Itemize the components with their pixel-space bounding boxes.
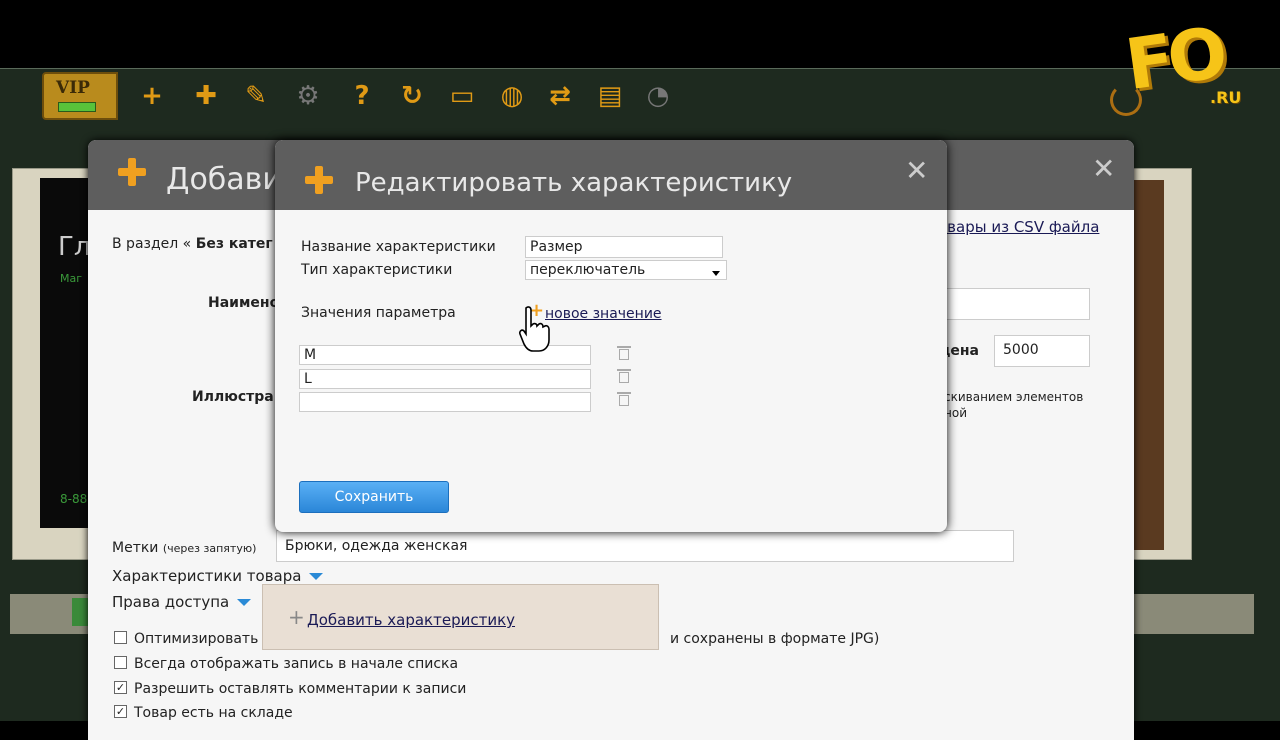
value-input-empty[interactable] [299,392,591,412]
clipboard-icon[interactable]: ▤ [594,80,626,112]
globe-icon[interactable]: ◍ [496,80,528,112]
hand-cursor-icon [519,306,550,352]
char-type-value: переключатель [530,262,646,278]
vip-badge[interactable]: VIP [42,72,118,120]
edit-characteristic-title: Редактировать характеристику [355,168,793,198]
brush-icon[interactable]: ✎ [240,80,272,112]
checkbox-optimize[interactable] [114,631,127,644]
edit-characteristic-modal: Редактировать характеристику ✕ Название … [275,140,947,532]
plus-icon [303,164,335,196]
transfer-icon[interactable]: ⇄ [544,80,576,112]
access-toggle-label: Права доступа [112,593,230,611]
close-icon[interactable]: ✕ [1092,152,1115,185]
bg-phone: 8-88 [60,492,88,506]
tags-label: Метки [112,540,159,556]
add-characteristic-link[interactable]: Добавить характеристику [307,611,515,629]
trash-icon[interactable] [617,345,631,361]
price-input[interactable]: 5000 [994,335,1090,367]
drag-hint-line2: ной [944,406,967,420]
edit-characteristic-header: Редактировать характеристику ✕ [275,140,947,210]
logo-sub: .RU [1210,88,1242,107]
add-icon: + [288,605,305,629]
jpg-note: и сохранены в формате JPG) [670,631,880,647]
access-toggle[interactable]: Права доступа [112,593,252,611]
checkbox-comments[interactable]: ✓ [114,681,127,694]
timer-icon[interactable]: ◔ [642,80,674,112]
bg-photo-strip [1134,180,1164,550]
fo-ru-logo: FO .RU [1110,12,1250,128]
chevron-down-icon [309,573,324,580]
puzzle-icon[interactable]: ✚ [190,80,222,112]
video-top-bar [0,0,1280,68]
trash-icon[interactable] [617,368,631,384]
csv-import-link[interactable]: овары из CSV файла [938,218,1099,236]
admin-toolbar: VIP + ✚ ✎ ⚙ ? ↻ ▭ ◍ ⇄ ▤ ◔ [40,70,700,122]
drag-hint-line1: скиванием элементов [944,390,1084,404]
vip-label: VIP [56,78,90,98]
characteristics-toggle[interactable]: Характеристики товара [112,567,324,585]
name-input[interactable] [944,288,1090,320]
value-input-l[interactable]: L [299,369,591,389]
char-name-input[interactable]: Размер [525,236,723,258]
characteristics-panel: + Добавить характеристику [262,584,659,650]
bg-subheading: Маг [60,272,83,285]
values-label: Значения параметра [301,305,456,321]
chevron-down-icon [237,599,252,606]
char-name-label: Название характеристики [301,239,496,255]
section-line: В раздел « Без катег [112,236,273,252]
wallet-icon[interactable]: ▭ [446,80,478,112]
plus-icon[interactable]: + [136,80,168,112]
refresh-icon[interactable]: ↻ [396,80,428,112]
section-prefix: В раздел « [112,236,192,252]
save-button[interactable]: Сохранить [299,481,449,513]
char-type-select[interactable]: переключатель [525,260,727,280]
vip-indicator [58,102,96,112]
section-name: Без катег [195,236,273,252]
illustration-label: Иллюстра [192,389,274,405]
tags-input[interactable]: Брюки, одежда женская [276,530,1014,562]
trash-icon[interactable] [617,391,631,407]
checkbox-optimize-label: Оптимизировать [134,631,259,647]
new-value-link[interactable]: новое значение [545,306,662,322]
checkbox-comments-label: Разрешить оставлять комментарии к записи [134,681,467,697]
close-icon[interactable]: ✕ [905,154,928,187]
characteristics-toggle-label: Характеристики товара [112,567,302,585]
gear-icon[interactable]: ⚙ [292,80,324,112]
add-product-title: Добави [166,162,282,197]
checkbox-pin-top-label: Всегда отображать запись в начале списка [134,656,459,672]
help-icon[interactable]: ? [346,80,378,112]
dropdown-arrow-icon [712,271,720,276]
bg-dark-panel [40,178,92,528]
plus-icon [116,156,148,188]
bg-ribbon-right [1134,594,1254,634]
bg-heading: Гл [58,232,91,262]
name-label: Наимено [208,295,280,311]
char-type-label: Тип характеристики [301,262,453,278]
checkbox-in-stock[interactable]: ✓ [114,705,127,718]
checkbox-pin-top[interactable] [114,656,127,669]
tags-label-line: Метки (через запятую) [112,540,256,556]
tags-hint: (через запятую) [162,542,257,555]
checkbox-in-stock-label: Товар есть на складе [134,705,293,721]
